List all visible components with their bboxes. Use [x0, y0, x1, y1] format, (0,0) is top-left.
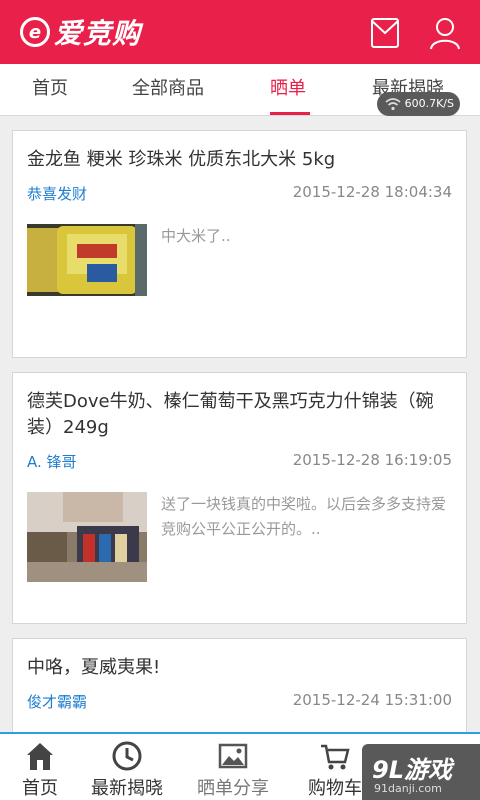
post-title[interactable]: 德芙Dove牛奶、榛仁葡萄干及黑巧克力什锦装（碗装）249g: [27, 389, 452, 441]
home-icon: [24, 740, 56, 772]
tab-show-orders[interactable]: 晒单: [270, 64, 306, 116]
cart-icon: [319, 740, 351, 772]
post-card[interactable]: 金龙鱼 粳米 珍珠米 优质东北大米 5kg 恭喜发财 2015-12-28 18…: [12, 130, 467, 358]
active-tab-indicator: [270, 112, 310, 115]
logo-text: 爱竞购: [54, 17, 142, 50]
post-thumbnail[interactable]: [27, 492, 147, 582]
bottom-nav-label: 晒单分享: [197, 778, 269, 799]
post-user[interactable]: 俊才霸霸: [27, 691, 87, 712]
app-logo: e 爱竞购: [20, 12, 141, 52]
bottom-nav-label: 购物车: [308, 778, 362, 799]
bottom-nav-label: 首页: [22, 778, 58, 799]
post-thumbnail[interactable]: [27, 224, 147, 314]
post-user[interactable]: 恭喜发财: [27, 183, 87, 204]
tab-all-products[interactable]: 全部商品: [132, 64, 204, 116]
mail-icon[interactable]: [368, 16, 402, 50]
net-speed-value: 600.7K/S: [404, 97, 454, 110]
clock-icon: [111, 740, 143, 772]
post-excerpt: 送了一块钱真的中奖啦。以后会多多支持爱竞购公平公正公开的。..: [161, 495, 447, 538]
net-speed-badge: 600.7K/S: [376, 92, 460, 116]
post-feed: 金龙鱼 粳米 珍珠米 优质东北大米 5kg 恭喜发财 2015-12-28 18…: [12, 130, 467, 800]
watermark-url: 91danji.com: [374, 782, 442, 795]
post-excerpt: 中大米了..: [161, 227, 231, 245]
post-time: 2015-12-24 15:31:00: [292, 691, 452, 709]
site-watermark: 9L游戏 91danji.com: [362, 744, 480, 800]
user-icon[interactable]: [428, 16, 462, 50]
logo-mark: e: [20, 17, 50, 47]
tab-home[interactable]: 首页: [32, 64, 68, 116]
image-icon: [217, 740, 249, 772]
wifi-icon: [385, 96, 401, 111]
bottom-nav-share[interactable]: 晒单分享: [194, 734, 272, 800]
post-time: 2015-12-28 18:04:34: [292, 183, 452, 201]
bottom-nav-label: 最新揭晓: [91, 778, 163, 799]
bottom-nav-cart[interactable]: 购物车: [300, 734, 370, 800]
watermark-logo: 9L游戏: [372, 756, 452, 784]
top-bar: e 爱竞购: [0, 0, 480, 64]
post-title[interactable]: 金龙鱼 粳米 珍珠米 优质东北大米 5kg: [27, 147, 452, 173]
post-user[interactable]: A. 锋哥: [27, 451, 77, 472]
post-title[interactable]: 中咯，夏威夷果!: [27, 655, 452, 681]
post-time: 2015-12-28 16:19:05: [292, 451, 452, 469]
bottom-nav-latest[interactable]: 最新揭晓: [88, 734, 166, 800]
post-card[interactable]: 德芙Dove牛奶、榛仁葡萄干及黑巧克力什锦装（碗装）249g A. 锋哥 201…: [12, 372, 467, 624]
bottom-nav-home[interactable]: 首页: [18, 734, 62, 800]
